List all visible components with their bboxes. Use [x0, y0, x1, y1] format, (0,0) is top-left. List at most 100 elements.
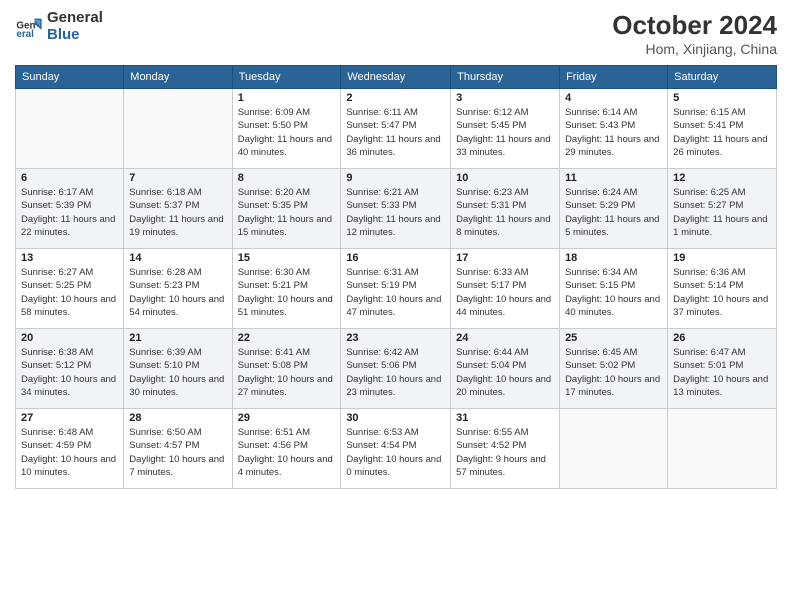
day-number: 27: [21, 412, 118, 424]
title-block: October 2024 Hom, Xinjiang, China: [612, 10, 777, 57]
col-friday: Friday: [560, 66, 668, 89]
day-info: Sunrise: 6:18 AMSunset: 5:37 PMDaylight:…: [129, 186, 226, 239]
day-info: Sunrise: 6:17 AMSunset: 5:39 PMDaylight:…: [21, 186, 118, 239]
day-number: 22: [238, 332, 336, 344]
day-number: 29: [238, 412, 336, 424]
table-row: 31Sunrise: 6:55 AMSunset: 4:52 PMDayligh…: [451, 409, 560, 489]
table-row: [668, 409, 777, 489]
table-row: 15Sunrise: 6:30 AMSunset: 5:21 PMDayligh…: [232, 249, 341, 329]
table-row: 20Sunrise: 6:38 AMSunset: 5:12 PMDayligh…: [16, 329, 124, 409]
table-row: 8 Sunrise: 6:20 AMSunset: 5:35 PMDaylight…: [232, 169, 341, 249]
table-row: 9Sunrise: 6:21 AMSunset: 5:33 PMDaylight…: [341, 169, 451, 249]
col-wednesday: Wednesday: [341, 66, 451, 89]
day-info: Sunrise: 6:36 AMSunset: 5:14 PMDaylight:…: [673, 266, 771, 319]
logo-icon: Gen eral: [15, 13, 43, 41]
day-number: 11: [565, 172, 662, 184]
table-row: 18 Sunrise: 6:34 AMSunset: 5:15 PMDayligh…: [560, 249, 668, 329]
day-info: Sunrise: 6:14 AMSunset: 5:43 PMDaylight:…: [565, 106, 662, 159]
day-number: 4: [565, 92, 662, 104]
day-info: Sunrise: 6:51 AMSunset: 4:56 PMDaylight:…: [238, 426, 336, 479]
table-row: 25Sunrise: 6:45 AMSunset: 5:02 PMDayligh…: [560, 329, 668, 409]
table-row: 24 Sunrise: 6:44 AMSunset: 5:04 PMDayligh…: [451, 329, 560, 409]
table-row: 10 Sunrise: 6:23 AMSunset: 5:31 PMDayligh…: [451, 169, 560, 249]
day-info: Sunrise: 6:15 AMSunset: 5:41 PMDaylight:…: [673, 106, 771, 159]
day-number: 1: [238, 92, 336, 104]
day-info: Sunrise: 6:41 AMSunset: 5:08 PMDaylight:…: [238, 346, 336, 399]
day-info: Sunrise: 6:39 AMSunset: 5:10 PMDaylight:…: [129, 346, 226, 399]
day-info: Sunrise: 6:23 AMSunset: 5:31 PMDaylight:…: [456, 186, 554, 239]
day-info: Sunrise: 6:55 AMSunset: 4:52 PMDaylight:…: [456, 426, 554, 479]
table-row: 14Sunrise: 6:28 AMSunset: 5:23 PMDayligh…: [124, 249, 232, 329]
table-row: 19 Sunrise: 6:36 AMSunset: 5:14 PMDayligh…: [668, 249, 777, 329]
table-row: 30Sunrise: 6:53 AMSunset: 4:54 PMDayligh…: [341, 409, 451, 489]
day-info: Sunrise: 6:31 AMSunset: 5:19 PMDaylight:…: [346, 266, 445, 319]
col-thursday: Thursday: [451, 66, 560, 89]
table-row: 5Sunrise: 6:15 AMSunset: 5:41 PMDaylight…: [668, 89, 777, 169]
location: Hom, Xinjiang, China: [612, 41, 777, 57]
col-saturday: Saturday: [668, 66, 777, 89]
col-sunday: Sunday: [16, 66, 124, 89]
col-tuesday: Tuesday: [232, 66, 341, 89]
svg-text:eral: eral: [16, 28, 34, 39]
calendar-row: 1 Sunrise: 6:09 AMSunset: 5:50 PMDaylight…: [16, 89, 777, 169]
day-info: Sunrise: 6:27 AMSunset: 5:25 PMDaylight:…: [21, 266, 118, 319]
table-row: 4 Sunrise: 6:14 AMSunset: 5:43 PMDaylight…: [560, 89, 668, 169]
page-header: Gen eral General Blue October 2024 Hom, …: [15, 10, 777, 57]
table-row: 3 Sunrise: 6:12 AMSunset: 5:45 PMDaylight…: [451, 89, 560, 169]
day-number: 30: [346, 412, 445, 424]
day-number: 18: [565, 252, 662, 264]
calendar-row: 27 Sunrise: 6:48 AMSunset: 4:59 PMDayligh…: [16, 409, 777, 489]
day-info: Sunrise: 6:20 AMSunset: 5:35 PMDaylight:…: [238, 186, 336, 239]
day-info: Sunrise: 6:25 AMSunset: 5:27 PMDaylight:…: [673, 186, 771, 239]
day-number: 10: [456, 172, 554, 184]
table-row: 12Sunrise: 6:25 AMSunset: 5:27 PMDayligh…: [668, 169, 777, 249]
table-row: 26Sunrise: 6:47 AMSunset: 5:01 PMDayligh…: [668, 329, 777, 409]
day-info: Sunrise: 6:11 AMSunset: 5:47 PMDaylight:…: [346, 106, 445, 159]
day-info: Sunrise: 6:42 AMSunset: 5:06 PMDaylight:…: [346, 346, 445, 399]
logo-text: General Blue: [47, 10, 103, 43]
day-number: 15: [238, 252, 336, 264]
day-info: Sunrise: 6:09 AMSunset: 5:50 PMDaylight:…: [238, 106, 336, 159]
day-number: 26: [673, 332, 771, 344]
logo-general: General: [47, 10, 103, 27]
day-number: 24: [456, 332, 554, 344]
day-info: Sunrise: 6:12 AMSunset: 5:45 PMDaylight:…: [456, 106, 554, 159]
day-number: 2: [346, 92, 445, 104]
day-info: Sunrise: 6:44 AMSunset: 5:04 PMDaylight:…: [456, 346, 554, 399]
day-number: 19: [673, 252, 771, 264]
day-number: 28: [129, 412, 226, 424]
calendar-header-row: Sunday Monday Tuesday Wednesday Thursday…: [16, 66, 777, 89]
day-info: Sunrise: 6:33 AMSunset: 5:17 PMDaylight:…: [456, 266, 554, 319]
day-number: 16: [346, 252, 445, 264]
day-info: Sunrise: 6:24 AMSunset: 5:29 PMDaylight:…: [565, 186, 662, 239]
day-info: Sunrise: 6:48 AMSunset: 4:59 PMDaylight:…: [21, 426, 118, 479]
table-row: 23Sunrise: 6:42 AMSunset: 5:06 PMDayligh…: [341, 329, 451, 409]
day-number: 17: [456, 252, 554, 264]
table-row: 6 Sunrise: 6:17 AMSunset: 5:39 PMDaylight…: [16, 169, 124, 249]
day-number: 3: [456, 92, 554, 104]
day-number: 13: [21, 252, 118, 264]
day-number: 20: [21, 332, 118, 344]
table-row: 16 Sunrise: 6:31 AMSunset: 5:19 PMDayligh…: [341, 249, 451, 329]
day-number: 25: [565, 332, 662, 344]
day-number: 21: [129, 332, 226, 344]
table-row: 2 Sunrise: 6:11 AMSunset: 5:47 PMDaylight…: [341, 89, 451, 169]
table-row: 11 Sunrise: 6:24 AMSunset: 5:29 PMDayligh…: [560, 169, 668, 249]
table-row: [560, 409, 668, 489]
day-info: Sunrise: 6:34 AMSunset: 5:15 PMDaylight:…: [565, 266, 662, 319]
day-number: 6: [21, 172, 118, 184]
logo-blue: Blue: [47, 27, 103, 44]
calendar-row: 13 Sunrise: 6:27 AMSunset: 5:25 PMDayligh…: [16, 249, 777, 329]
day-number: 8: [238, 172, 336, 184]
day-info: Sunrise: 6:50 AMSunset: 4:57 PMDaylight:…: [129, 426, 226, 479]
calendar: Sunday Monday Tuesday Wednesday Thursday…: [15, 65, 777, 489]
day-info: Sunrise: 6:28 AMSunset: 5:23 PMDaylight:…: [129, 266, 226, 319]
logo: Gen eral General Blue: [15, 10, 103, 43]
calendar-row: 6 Sunrise: 6:17 AMSunset: 5:39 PMDaylight…: [16, 169, 777, 249]
day-number: 7: [129, 172, 226, 184]
table-row: 7 Sunrise: 6:18 AMSunset: 5:37 PMDaylight…: [124, 169, 232, 249]
table-row: 1 Sunrise: 6:09 AMSunset: 5:50 PMDaylight…: [232, 89, 341, 169]
table-row: 27 Sunrise: 6:48 AMSunset: 4:59 PMDayligh…: [16, 409, 124, 489]
table-row: 21 Sunrise: 6:39 AMSunset: 5:10 PMDayligh…: [124, 329, 232, 409]
table-row: 22 Sunrise: 6:41 AMSunset: 5:08 PMDayligh…: [232, 329, 341, 409]
